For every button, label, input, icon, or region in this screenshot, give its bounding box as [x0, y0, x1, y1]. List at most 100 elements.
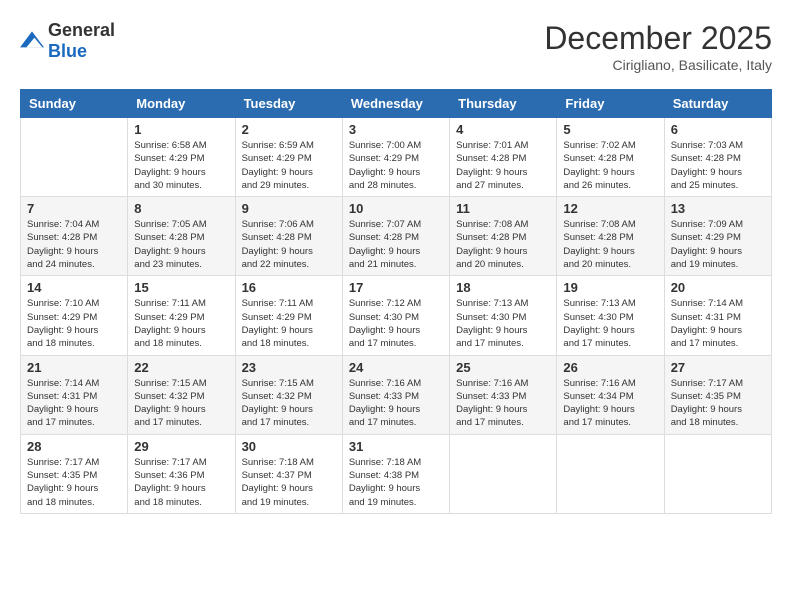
day-number: 17: [349, 280, 443, 295]
day-number: 8: [134, 201, 228, 216]
day-number: 3: [349, 122, 443, 137]
day-number: 14: [27, 280, 121, 295]
calendar-cell: 28 Sunrise: 7:17 AM Sunset: 4:35 PM Dayli…: [21, 434, 128, 513]
day-info: Sunrise: 7:04 AM Sunset: 4:28 PM Dayligh…: [27, 218, 121, 271]
day-number: 9: [242, 201, 336, 216]
calendar-cell: 22Sunrise: 7:15 AM Sunset: 4:32 PM Dayli…: [128, 355, 235, 434]
day-number: 4: [456, 122, 550, 137]
day-info: Sunrise: 7:11 AM Sunset: 4:29 PM Dayligh…: [242, 297, 336, 350]
calendar-cell: 17Sunrise: 7:12 AM Sunset: 4:30 PM Dayli…: [342, 276, 449, 355]
day-number: 29: [134, 439, 228, 454]
day-info: Sunrise: 7:17 AM Sunset: 4:35 PM Dayligh…: [27, 456, 121, 509]
day-number: 26: [563, 360, 657, 375]
day-info: Sunrise: 7:17 AM Sunset: 4:35 PM Dayligh…: [671, 377, 765, 430]
calendar-week-2: 14Sunrise: 7:10 AM Sunset: 4:29 PM Dayli…: [21, 276, 772, 355]
calendar-week-1: 7 Sunrise: 7:04 AM Sunset: 4:28 PM Daylig…: [21, 197, 772, 276]
day-info: Sunrise: 7:15 AM Sunset: 4:32 PM Dayligh…: [134, 377, 228, 430]
calendar-cell: 12 Sunrise: 7:08 AM Sunset: 4:28 PM Dayli…: [557, 197, 664, 276]
day-info: Sunrise: 7:14 AM Sunset: 4:31 PM Dayligh…: [671, 297, 765, 350]
logo-icon: [20, 31, 44, 51]
day-info: Sunrise: 7:08 AM Sunset: 4:28 PM Dayligh…: [563, 218, 657, 271]
day-number: 10: [349, 201, 443, 216]
calendar-cell: 23Sunrise: 7:15 AM Sunset: 4:32 PM Dayli…: [235, 355, 342, 434]
day-number: 7: [27, 201, 121, 216]
day-info: Sunrise: 7:13 AM Sunset: 4:30 PM Dayligh…: [563, 297, 657, 350]
day-header-tuesday: Tuesday: [235, 90, 342, 118]
day-info: Sunrise: 7:16 AM Sunset: 4:33 PM Dayligh…: [349, 377, 443, 430]
day-header-sunday: Sunday: [21, 90, 128, 118]
day-info: Sunrise: 7:08 AM Sunset: 4:28 PM Dayligh…: [456, 218, 550, 271]
calendar-week-0: 1 Sunrise: 6:58 AM Sunset: 4:29 PM Daylig…: [21, 118, 772, 197]
calendar-cell: 25 Sunrise: 7:16 AM Sunset: 4:33 PM Dayli…: [450, 355, 557, 434]
location-subtitle: Cirigliano, Basilicate, Italy: [544, 57, 772, 73]
day-info: Sunrise: 7:16 AM Sunset: 4:34 PM Dayligh…: [563, 377, 657, 430]
day-number: 28: [27, 439, 121, 454]
day-number: 31: [349, 439, 443, 454]
day-info: Sunrise: 6:59 AM Sunset: 4:29 PM Dayligh…: [242, 139, 336, 192]
day-number: 27: [671, 360, 765, 375]
calendar-body: 1 Sunrise: 6:58 AM Sunset: 4:29 PM Daylig…: [21, 118, 772, 514]
calendar-cell: 18 Sunrise: 7:13 AM Sunset: 4:30 PM Dayli…: [450, 276, 557, 355]
day-info: Sunrise: 7:16 AM Sunset: 4:33 PM Dayligh…: [456, 377, 550, 430]
calendar-cell: 8 Sunrise: 7:05 AM Sunset: 4:28 PM Daylig…: [128, 197, 235, 276]
day-header-wednesday: Wednesday: [342, 90, 449, 118]
day-header-friday: Friday: [557, 90, 664, 118]
day-info: Sunrise: 7:13 AM Sunset: 4:30 PM Dayligh…: [456, 297, 550, 350]
calendar-cell: 20 Sunrise: 7:14 AM Sunset: 4:31 PM Dayli…: [664, 276, 771, 355]
day-info: Sunrise: 7:05 AM Sunset: 4:28 PM Dayligh…: [134, 218, 228, 271]
logo-text: General Blue: [48, 20, 115, 62]
day-number: 11: [456, 201, 550, 216]
day-header-thursday: Thursday: [450, 90, 557, 118]
day-number: 12: [563, 201, 657, 216]
day-number: 18: [456, 280, 550, 295]
calendar: SundayMondayTuesdayWednesdayThursdayFrid…: [20, 89, 772, 514]
day-number: 2: [242, 122, 336, 137]
month-title: December 2025: [544, 20, 772, 57]
day-info: Sunrise: 7:18 AM Sunset: 4:37 PM Dayligh…: [242, 456, 336, 509]
day-header-monday: Monday: [128, 90, 235, 118]
day-info: Sunrise: 6:58 AM Sunset: 4:29 PM Dayligh…: [134, 139, 228, 192]
day-info: Sunrise: 7:03 AM Sunset: 4:28 PM Dayligh…: [671, 139, 765, 192]
day-number: 1: [134, 122, 228, 137]
logo-general: General: [48, 20, 115, 40]
calendar-cell: 4 Sunrise: 7:01 AM Sunset: 4:28 PM Daylig…: [450, 118, 557, 197]
header: General Blue December 2025 Cirigliano, B…: [20, 20, 772, 73]
calendar-cell: 10 Sunrise: 7:07 AM Sunset: 4:28 PM Dayli…: [342, 197, 449, 276]
day-info: Sunrise: 7:02 AM Sunset: 4:28 PM Dayligh…: [563, 139, 657, 192]
title-section: December 2025 Cirigliano, Basilicate, It…: [544, 20, 772, 73]
calendar-cell: [450, 434, 557, 513]
calendar-cell: 11 Sunrise: 7:08 AM Sunset: 4:28 PM Dayli…: [450, 197, 557, 276]
day-info: Sunrise: 7:09 AM Sunset: 4:29 PM Dayligh…: [671, 218, 765, 271]
calendar-week-4: 28 Sunrise: 7:17 AM Sunset: 4:35 PM Dayli…: [21, 434, 772, 513]
day-info: Sunrise: 7:15 AM Sunset: 4:32 PM Dayligh…: [242, 377, 336, 430]
calendar-cell: 16Sunrise: 7:11 AM Sunset: 4:29 PM Dayli…: [235, 276, 342, 355]
day-number: 13: [671, 201, 765, 216]
calendar-cell: 19 Sunrise: 7:13 AM Sunset: 4:30 PM Dayli…: [557, 276, 664, 355]
day-info: Sunrise: 7:01 AM Sunset: 4:28 PM Dayligh…: [456, 139, 550, 192]
calendar-cell: 1 Sunrise: 6:58 AM Sunset: 4:29 PM Daylig…: [128, 118, 235, 197]
day-info: Sunrise: 7:07 AM Sunset: 4:28 PM Dayligh…: [349, 218, 443, 271]
calendar-cell: 26 Sunrise: 7:16 AM Sunset: 4:34 PM Dayli…: [557, 355, 664, 434]
calendar-cell: 15Sunrise: 7:11 AM Sunset: 4:29 PM Dayli…: [128, 276, 235, 355]
day-number: 21: [27, 360, 121, 375]
calendar-cell: 31Sunrise: 7:18 AM Sunset: 4:38 PM Dayli…: [342, 434, 449, 513]
calendar-cell: 6 Sunrise: 7:03 AM Sunset: 4:28 PM Daylig…: [664, 118, 771, 197]
day-number: 6: [671, 122, 765, 137]
calendar-cell: 2 Sunrise: 6:59 AM Sunset: 4:29 PM Daylig…: [235, 118, 342, 197]
day-number: 5: [563, 122, 657, 137]
day-info: Sunrise: 7:11 AM Sunset: 4:29 PM Dayligh…: [134, 297, 228, 350]
calendar-cell: 30Sunrise: 7:18 AM Sunset: 4:37 PM Dayli…: [235, 434, 342, 513]
calendar-cell: 24 Sunrise: 7:16 AM Sunset: 4:33 PM Dayli…: [342, 355, 449, 434]
day-number: 19: [563, 280, 657, 295]
day-info: Sunrise: 7:14 AM Sunset: 4:31 PM Dayligh…: [27, 377, 121, 430]
day-info: Sunrise: 7:06 AM Sunset: 4:28 PM Dayligh…: [242, 218, 336, 271]
day-number: 24: [349, 360, 443, 375]
calendar-cell: 5 Sunrise: 7:02 AM Sunset: 4:28 PM Daylig…: [557, 118, 664, 197]
logo: General Blue: [20, 20, 115, 62]
day-info: Sunrise: 7:17 AM Sunset: 4:36 PM Dayligh…: [134, 456, 228, 509]
day-number: 20: [671, 280, 765, 295]
day-number: 25: [456, 360, 550, 375]
calendar-cell: 27 Sunrise: 7:17 AM Sunset: 4:35 PM Dayli…: [664, 355, 771, 434]
day-info: Sunrise: 7:00 AM Sunset: 4:29 PM Dayligh…: [349, 139, 443, 192]
calendar-cell: [21, 118, 128, 197]
